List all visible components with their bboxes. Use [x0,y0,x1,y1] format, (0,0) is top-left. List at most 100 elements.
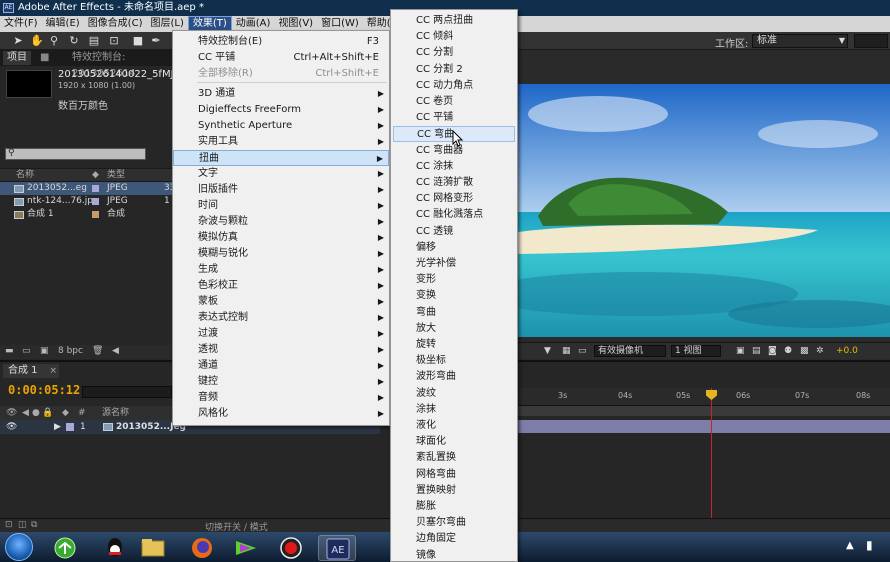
timeline-search-input[interactable] [82,386,172,398]
distort-submenu-item[interactable]: CC 网格变形 [391,191,517,207]
effect-menu-item[interactable]: 色彩校正 ▶ [173,278,389,294]
distort-submenu-item[interactable]: 球面化 [391,434,517,450]
taskbar-app-explorer[interactable] [134,535,172,561]
distort-submenu-item[interactable]: 光学补偿 [391,256,517,272]
playhead-line[interactable] [711,388,712,534]
effect-menu-item[interactable]: 表达式控制 ▶ [173,310,389,326]
column-type[interactable]: 类型 [107,169,125,181]
distort-submenu-item[interactable]: CC 透镜 [391,224,517,240]
effect-menu-item[interactable]: CC 平铺 Ctrl+Alt+Shift+E [173,50,389,66]
effect-menu-item[interactable]: 旧版插件 ▶ [173,182,389,198]
exposure-value[interactable]: +0.0 [836,345,858,357]
column-source-name[interactable]: 源名称 [102,406,129,420]
expand-modes-icon[interactable]: ⧉ [31,520,37,530]
label-swatch[interactable] [66,423,74,431]
rotate-tool-icon[interactable]: ↻ [68,35,80,47]
effect-menu-item[interactable]: Synthetic Aperture ▶ [173,118,389,134]
effect-menu-item[interactable]: Digieffects FreeForm ▶ [173,102,389,118]
close-icon[interactable]: × [49,364,57,378]
new-folder-icon[interactable]: ▭ [22,346,31,356]
effect-menu-item[interactable]: 模拟仿真 ▶ [173,230,389,246]
taskbar-app-after-effects[interactable]: AE [318,535,356,561]
new-composition-icon[interactable]: ▣ [40,346,49,356]
effect-menu-item[interactable]: 时间 ▶ [173,198,389,214]
distort-submenu-item[interactable]: 置换映射 [391,483,517,499]
effect-menu-item[interactable]: 过渡 ▶ [173,326,389,342]
expand-switches-icon[interactable]: ◫ [18,520,27,530]
effect-menu-item[interactable]: 扭曲 ▶ [173,150,389,166]
distort-submenu-item[interactable]: 膨胀 [391,499,517,515]
camera-select[interactable]: 有效摄像机 [594,345,666,357]
distort-submenu-item[interactable]: 镜像 [391,548,517,562]
toggle-pixel-icon[interactable]: ▣ [736,345,745,357]
effect-menu-item[interactable]: 音频 ▶ [173,390,389,406]
distort-submenu-item[interactable]: 网格弯曲 [391,467,517,483]
pen-tool-icon[interactable]: ✒ [150,35,162,47]
distort-submenu-item[interactable]: CC 两点扭曲 [391,13,517,29]
start-button[interactable] [5,533,33,561]
grid-icon[interactable]: ▤ [752,345,761,357]
taskbar-app-browser[interactable] [46,535,84,561]
distort-submenu-item[interactable]: 波纹 [391,386,517,402]
view-layout-select[interactable]: 1 视图 [671,345,721,357]
mask-icon[interactable]: ▭ [578,345,587,357]
tab-composition[interactable]: 合成 1 × [3,364,59,378]
distort-submenu-item[interactable]: 偏移 [391,240,517,256]
distort-submenu-item[interactable]: 紊乱置换 [391,450,517,466]
distort-submenu-item[interactable]: 边角固定 [391,531,517,547]
distort-submenu-item[interactable]: 变形 [391,272,517,288]
project-row[interactable]: 2013052...eg JPEG 33 [0,182,175,195]
distort-submenu-item[interactable]: CC 倾斜 [391,29,517,45]
workspace-select[interactable]: 标准 ▼ [752,34,848,48]
effect-menu-item[interactable]: 模糊与锐化 ▶ [173,246,389,262]
search-help-input[interactable] [854,34,888,48]
taskbar-app-recorder[interactable] [272,535,310,561]
effect-menu-item[interactable]: 通道 ▶ [173,358,389,374]
distort-submenu-item[interactable]: 弯曲 [391,305,517,321]
distort-submenu-item[interactable]: 波形弯曲 [391,369,517,385]
exposure-reset-icon[interactable]: ✲ [816,345,824,357]
tray-network-icon[interactable]: ▮ [866,538,873,552]
effect-menu-item[interactable]: 蒙板 ▶ [173,294,389,310]
distort-submenu-item[interactable]: CC 卷页 [391,94,517,110]
interpret-footage-icon[interactable]: ▬ [5,346,14,356]
effect-menu-item[interactable]: 键控 ▶ [173,374,389,390]
distort-submenu-item[interactable]: 液化 [391,418,517,434]
distort-submenu-item[interactable]: CC 涟漪扩散 [391,175,517,191]
distort-submenu-item[interactable]: CC 动力角点 [391,78,517,94]
tab-project[interactable]: 项目 [3,51,31,65]
hand-tool-icon[interactable]: ✋ [30,35,44,47]
distort-submenu-item[interactable]: 极坐标 [391,353,517,369]
effect-menu-item[interactable]: 文字 ▶ [173,166,389,182]
tray-chevron-icon[interactable]: ▲ [846,540,854,551]
distort-submenu-item[interactable]: 贝塞尔弯曲 [391,515,517,531]
taskbar-app-firefox[interactable] [183,535,221,561]
snapshot-icon[interactable]: ◙ [768,345,777,357]
distort-submenu-item[interactable]: CC 分割 [391,45,517,61]
taskbar-app-qq[interactable] [96,535,134,561]
expand-arrow-icon[interactable]: ▶ [54,420,61,434]
effect-menu-item[interactable]: 透视 ▶ [173,342,389,358]
trash-icon[interactable]: 🗑 [92,346,103,356]
distort-submenu-item[interactable]: CC 涂抹 [391,159,517,175]
pan-behind-tool-icon[interactable]: ⊡ [108,35,120,47]
camera-tool-icon[interactable]: ▤ [88,35,100,47]
effect-menu-item[interactable]: 杂波与颗粒 ▶ [173,214,389,230]
work-area-bar[interactable] [518,406,890,416]
distort-submenu-item[interactable]: CC 分割 2 [391,62,517,78]
project-row[interactable]: 合成 1 合成 [0,208,172,221]
project-row[interactable]: ntk-124...76.jpg JPEG 1 [0,195,172,208]
distort-submenu-item[interactable]: 放大 [391,321,517,337]
time-ruler[interactable]: 3s 04s 05s 06s 07s 08s [518,388,890,406]
distort-submenu-item[interactable]: 涂抹 [391,402,517,418]
effect-menu-item[interactable]: 生成 ▶ [173,262,389,278]
taskbar-app-player[interactable] [226,535,264,561]
menu-composition[interactable]: 图像合成(C) [84,16,147,32]
zoom-tool-icon[interactable]: ⚲ [48,35,60,47]
transparency-grid-icon[interactable]: ▦ [562,345,571,357]
effect-menu-item[interactable]: 3D 通道 ▶ [173,86,389,102]
channel-icon[interactable]: ⚉ [784,345,792,357]
menu-edit[interactable]: 编辑(E) [42,16,84,32]
bpc-label[interactable]: 8 bpc [58,346,83,356]
scroll-left-icon[interactable]: ◀ [112,346,119,356]
